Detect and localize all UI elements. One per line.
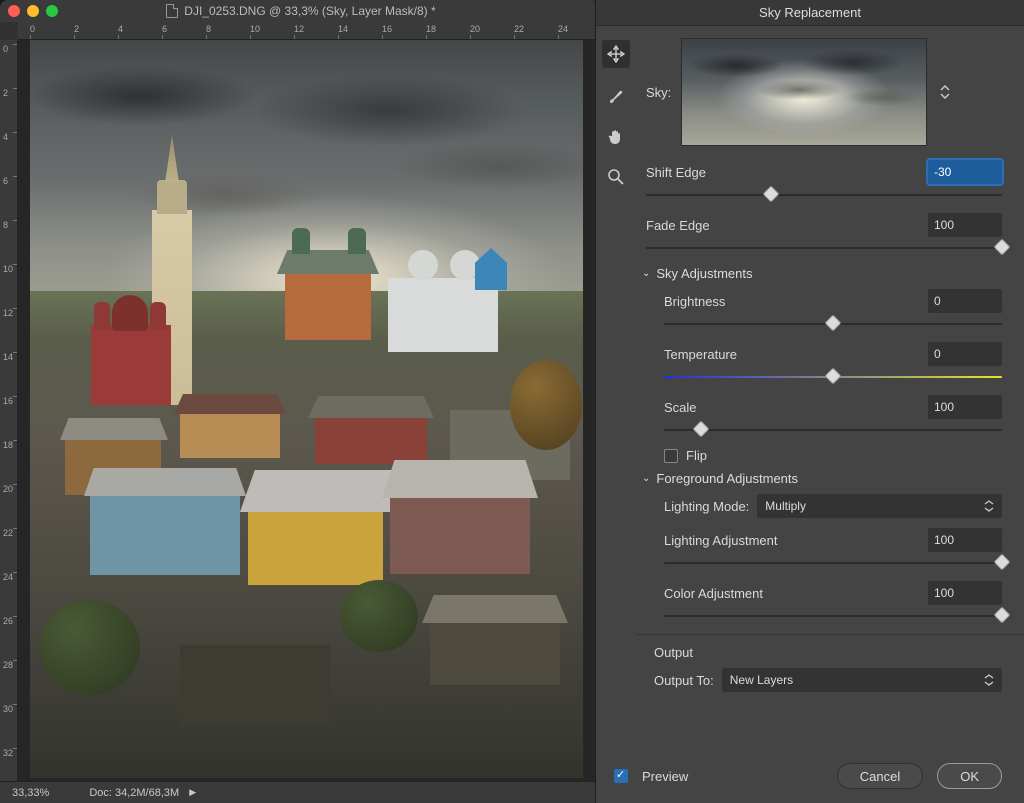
status-bar: 33,33% Doc: 34,2M/68,3M ▶ — [0, 781, 595, 803]
brush-tool-icon[interactable] — [605, 86, 627, 108]
scale-value[interactable]: 100 — [928, 395, 1002, 419]
fade-edge-slider[interactable] — [646, 239, 1002, 257]
move-tool-icon[interactable] — [602, 40, 630, 68]
fade-edge-label: Fade Edge — [646, 218, 710, 233]
document-title: DJI_0253.DNG @ 33,3% (Sky, Layer Mask/8)… — [15, 4, 587, 18]
select-chevron-icon — [984, 674, 994, 686]
flip-label: Flip — [686, 448, 707, 463]
lighting-adjustment-value[interactable]: 100 — [928, 528, 1002, 552]
scale-slider[interactable] — [664, 421, 1002, 439]
color-adjustment-label: Color Adjustment — [664, 586, 763, 601]
hand-tool-icon[interactable] — [605, 126, 627, 148]
document-window: DJI_0253.DNG @ 33,3% (Sky, Layer Mask/8)… — [0, 0, 595, 803]
shift-edge-slider[interactable] — [646, 186, 1002, 204]
panel-controls: Sky: Shift Edge -30 Fade Edge 100 — [636, 26, 1024, 751]
lighting-mode-select[interactable]: Multiply — [757, 494, 1002, 518]
cancel-button[interactable]: Cancel — [837, 763, 923, 789]
temperature-slider[interactable] — [664, 368, 1002, 386]
sky-dropdown-icon[interactable] — [937, 85, 953, 99]
shift-edge-value[interactable]: -30 — [928, 160, 1002, 184]
output-header: Output — [654, 645, 1002, 660]
output-to-select[interactable]: New Layers — [722, 668, 1002, 692]
shift-edge-label: Shift Edge — [646, 165, 706, 180]
color-adjustment-slider[interactable] — [664, 607, 1002, 625]
status-doc-size: Doc: 34,2M/68,3M — [89, 787, 179, 799]
lighting-adjustment-label: Lighting Adjustment — [664, 533, 777, 548]
foreground-adjustments-header[interactable]: ⌄ Foreground Adjustments — [642, 471, 1002, 486]
panel-footer: Preview Cancel OK — [596, 751, 1024, 803]
fade-edge-value[interactable]: 100 — [928, 213, 1002, 237]
preview-checkbox[interactable] — [614, 769, 628, 783]
sky-label: Sky: — [646, 85, 671, 100]
scale-label: Scale — [664, 400, 697, 415]
sky-adjustments-header[interactable]: ⌄ Sky Adjustments — [642, 266, 1002, 281]
status-chevron-icon[interactable]: ▶ — [189, 787, 196, 798]
panel-title: Sky Replacement — [596, 0, 1024, 26]
output-to-label: Output To: — [654, 673, 714, 688]
lighting-mode-label: Lighting Mode: — [664, 499, 749, 514]
zoom-tool-icon[interactable] — [605, 166, 627, 188]
brightness-label: Brightness — [664, 294, 725, 309]
sky-replacement-panel: Sky Replacement Sky: — [595, 0, 1024, 803]
canvas[interactable] — [18, 40, 595, 781]
lighting-adjustment-slider[interactable] — [664, 554, 1002, 572]
titlebar: DJI_0253.DNG @ 33,3% (Sky, Layer Mask/8)… — [0, 0, 595, 22]
color-adjustment-value[interactable]: 100 — [928, 581, 1002, 605]
temperature-label: Temperature — [664, 347, 737, 362]
temperature-value[interactable]: 0 — [928, 342, 1002, 366]
flip-checkbox-row[interactable]: Flip — [664, 448, 1002, 463]
chevron-down-icon: ⌄ — [642, 473, 650, 484]
document-title-text: DJI_0253.DNG @ 33,3% (Sky, Layer Mask/8)… — [184, 4, 435, 18]
ok-button[interactable]: OK — [937, 763, 1002, 789]
brightness-slider[interactable] — [664, 315, 1002, 333]
chevron-down-icon: ⌄ — [642, 268, 650, 279]
status-zoom[interactable]: 33,33% — [12, 787, 49, 799]
ruler-horizontal[interactable]: 024681012141618202224 — [18, 22, 595, 40]
document-image — [30, 40, 583, 778]
ruler-vertical[interactable]: 02468101214161820222426283032 — [0, 40, 18, 781]
brightness-value[interactable]: 0 — [928, 289, 1002, 313]
preview-label: Preview — [642, 769, 688, 784]
file-icon — [166, 4, 178, 18]
panel-toolbar — [596, 26, 636, 751]
sky-thumbnail[interactable] — [681, 38, 927, 146]
select-chevron-icon — [984, 500, 994, 512]
flip-checkbox[interactable] — [664, 449, 678, 463]
